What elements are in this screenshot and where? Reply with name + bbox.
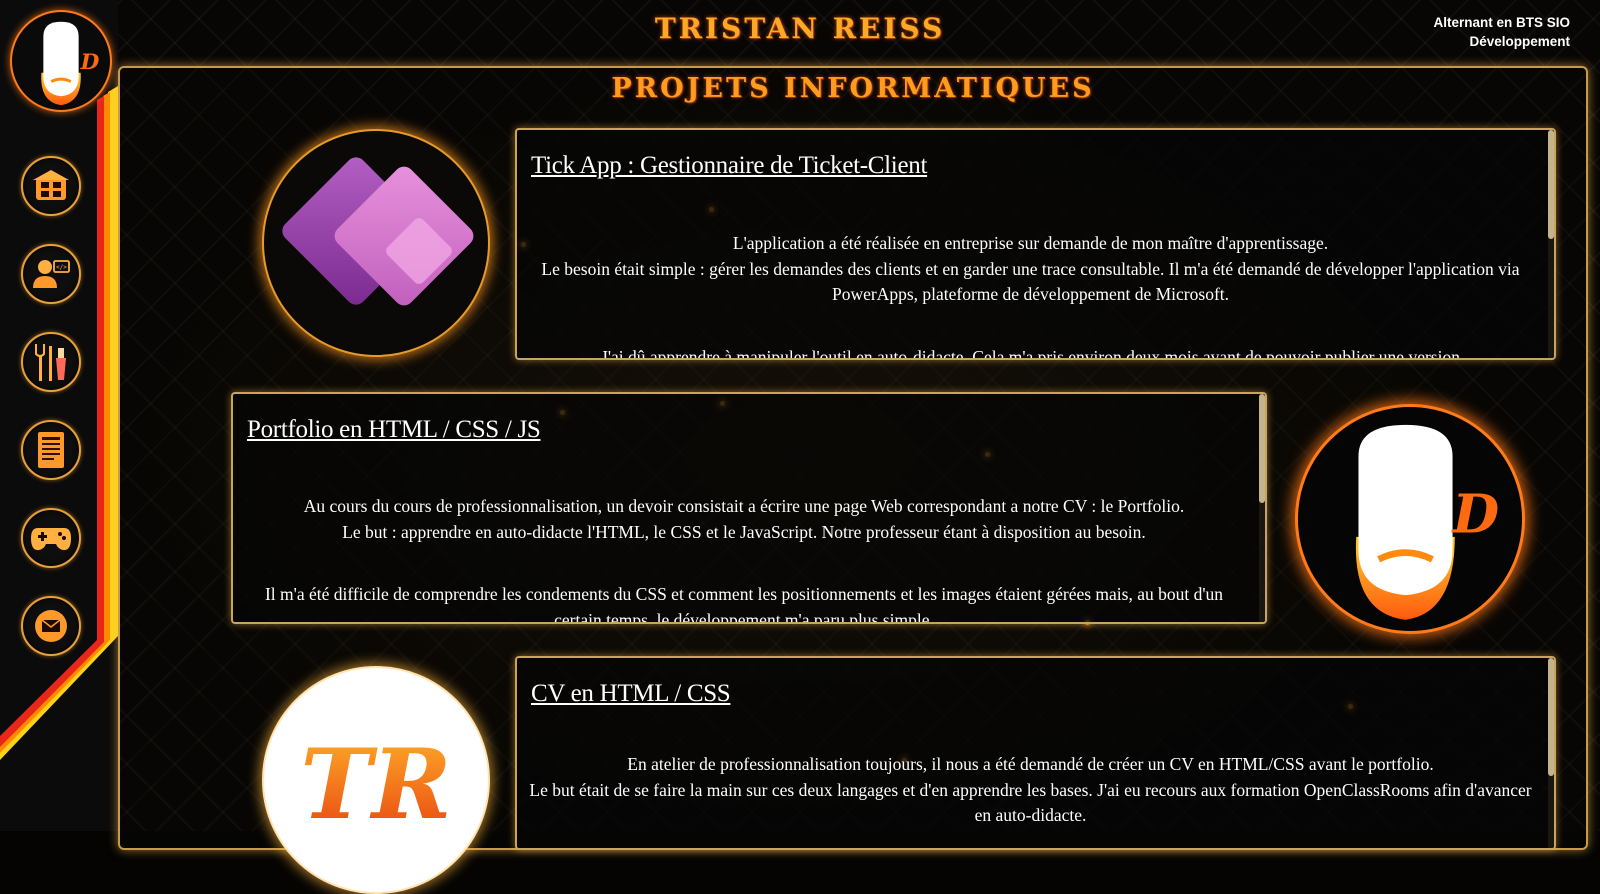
tr-monogram-logo: TR <box>300 728 451 841</box>
gamepad-icon <box>31 528 71 551</box>
person-computer-icon: </> <box>33 260 70 288</box>
page-title: PROJETS INFORMATIQUES <box>611 73 1095 104</box>
project-card-cv[interactable]: CV en HTML / CSS En atelier de professio… <box>515 656 1556 850</box>
svg-text:D: D <box>80 50 100 75</box>
subtitle-line-2: Développement <box>1469 34 1570 49</box>
project-paragraph: Il m'a été difficile de comprendre les c… <box>264 584 1224 624</box>
nav-contact-button[interactable] <box>21 596 81 656</box>
project-paragraph: J'ai dû apprendre à manipuler l'outil en… <box>601 346 1460 360</box>
project-paragraph: Le besoin était simple : gérer les deman… <box>541 258 1520 305</box>
project-image-tick-app <box>262 129 490 357</box>
nav-projects-button[interactable] <box>21 420 81 480</box>
project-description: Au cours du cours de professionnalisatio… <box>241 494 1247 624</box>
house-icon <box>33 170 69 200</box>
svg-text:TR: TR <box>300 728 451 841</box>
card-scrollbar[interactable] <box>1548 658 1554 848</box>
project-paragraph: Le but était de se faire la main sur ces… <box>529 779 1532 826</box>
project-title: Tick App : Gestionnaire de Ticket-Client <box>531 152 928 179</box>
nav-hobbies-button[interactable] <box>21 332 81 392</box>
envelope-icon <box>35 610 67 642</box>
sidebar-stripe-decoration <box>0 86 118 760</box>
header-subtitle: Alternant en BTS SIO Développement <box>1433 13 1570 51</box>
avatar[interactable]: D <box>10 10 112 112</box>
project-paragraph: L'application a été réalisée en entrepri… <box>732 233 1329 253</box>
nav-games-button[interactable] <box>21 508 81 568</box>
card-scrollbar[interactable] <box>1548 130 1554 358</box>
bald-bearded-face-logo: D <box>1355 424 1500 620</box>
project-paragraph: En atelier de professionnalisation toujo… <box>627 754 1434 774</box>
project-paragraph: Au cours du cours de professionnalisatio… <box>303 496 1185 516</box>
scrollbar-thumb[interactable] <box>1259 394 1265 504</box>
project-card-portfolio[interactable]: Portfolio en HTML / CSS / JS Au cours du… <box>231 392 1267 624</box>
scrollbar-thumb[interactable] <box>1548 658 1554 776</box>
powerapps-logo <box>282 157 474 306</box>
project-description: L'application a été réalisée en entrepri… <box>525 231 1536 360</box>
project-title: Portfolio en HTML / CSS / JS <box>247 416 541 443</box>
bald-bearded-face-logo: D <box>41 21 100 106</box>
subtitle-line-1: Alternant en BTS SIO <box>1433 15 1570 30</box>
project-paragraph: Le but : apprendre en auto-didacte l'HTM… <box>342 521 1146 542</box>
svg-text:</>: </> <box>56 264 67 271</box>
scrollbar-thumb[interactable] <box>1548 130 1554 240</box>
cutlery-drink-icon <box>35 344 66 381</box>
project-card-tick-app[interactable]: Tick App : Gestionnaire de Ticket-Client… <box>515 128 1556 360</box>
project-image-portfolio: D <box>1295 404 1525 634</box>
project-description: En atelier de professionnalisation toujo… <box>525 752 1536 829</box>
svg-text:D: D <box>1451 482 1500 545</box>
nav-profile-button[interactable]: </> <box>21 244 81 304</box>
card-scrollbar[interactable] <box>1259 394 1265 622</box>
nav-home-button[interactable] <box>21 156 81 216</box>
project-image-cv: TR <box>262 666 490 894</box>
document-icon <box>38 432 64 468</box>
project-title: CV en HTML / CSS <box>531 680 731 707</box>
site-title: TRISTAN REISS <box>654 12 946 45</box>
